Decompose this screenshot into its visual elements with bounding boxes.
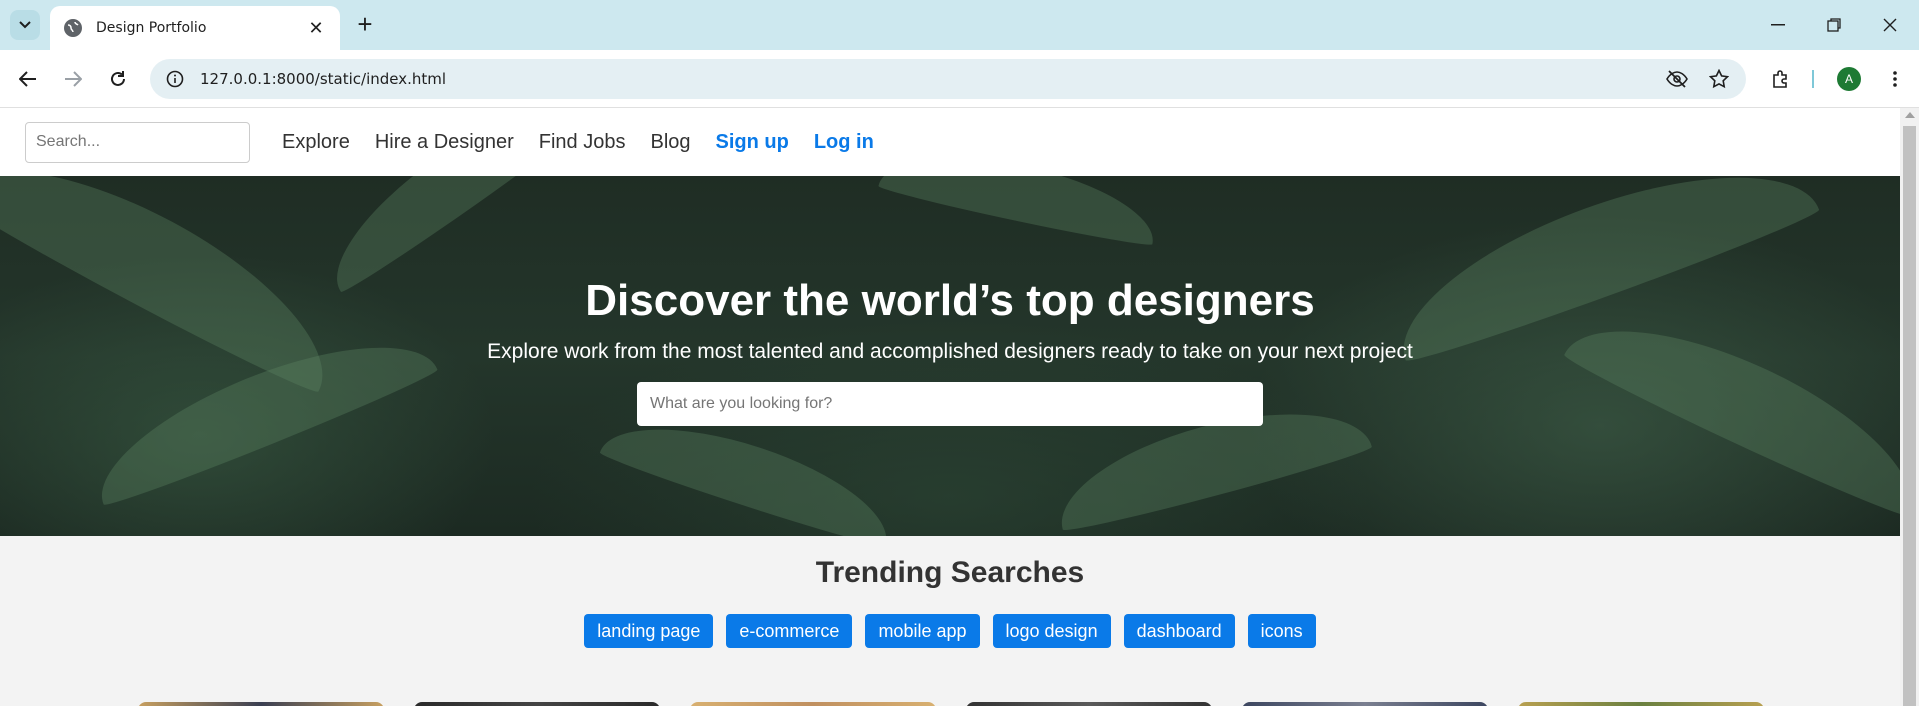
eye-off-icon[interactable] bbox=[1662, 64, 1692, 94]
nav-link-hire-designer[interactable]: Hire a Designer bbox=[375, 131, 514, 154]
chevron-down-icon bbox=[19, 21, 31, 29]
bookmark-star-icon[interactable] bbox=[1704, 64, 1734, 94]
new-tab-button[interactable]: + bbox=[352, 11, 378, 38]
tag-dashboard[interactable]: dashboard bbox=[1123, 614, 1235, 648]
profile-button[interactable]: A bbox=[1834, 64, 1864, 94]
login-link[interactable]: Log in bbox=[814, 131, 874, 154]
portfolio-card[interactable] bbox=[1518, 702, 1764, 706]
address-bar[interactable]: 127.0.0.1:8000/static/index.html bbox=[150, 59, 1746, 99]
nav-link-find-jobs[interactable]: Find Jobs bbox=[539, 131, 626, 154]
portfolio-cards-peek bbox=[0, 702, 1900, 706]
close-tab-icon[interactable]: ✕ bbox=[306, 18, 326, 39]
avatar: A bbox=[1837, 67, 1861, 91]
portfolio-card[interactable] bbox=[966, 702, 1212, 706]
tag-mobile-app[interactable]: mobile app bbox=[865, 614, 980, 648]
close-window-icon[interactable] bbox=[1870, 10, 1910, 40]
url-text[interactable]: 127.0.0.1:8000/static/index.html bbox=[200, 70, 1662, 88]
browser-tab-active[interactable]: Design Portfolio ✕ bbox=[50, 6, 340, 50]
trending-tags: landing page e-commerce mobile app logo … bbox=[0, 614, 1900, 648]
portfolio-card[interactable] bbox=[1242, 702, 1488, 706]
extensions-puzzle-icon[interactable] bbox=[1766, 64, 1796, 94]
tag-e-commerce[interactable]: e-commerce bbox=[726, 614, 853, 648]
nav-search-input[interactable]: Search... bbox=[25, 121, 250, 163]
restore-icon[interactable] bbox=[1814, 10, 1854, 40]
portfolio-card[interactable] bbox=[414, 702, 660, 706]
scroll-up-arrow-icon[interactable] bbox=[1905, 112, 1915, 118]
portfolio-card[interactable] bbox=[138, 702, 384, 706]
site-info-icon[interactable] bbox=[162, 66, 188, 92]
hero-search-input[interactable]: What are you looking for? bbox=[637, 382, 1263, 426]
nav-link-explore[interactable]: Explore bbox=[282, 131, 350, 154]
tag-logo-design[interactable]: logo design bbox=[992, 614, 1111, 648]
page-viewport: Search... Explore Hire a Designer Find J… bbox=[0, 108, 1900, 706]
site-navbar: Search... Explore Hire a Designer Find J… bbox=[0, 108, 1900, 176]
forward-arrow-icon[interactable] bbox=[58, 64, 88, 94]
globe-icon bbox=[64, 19, 82, 37]
toolbar-divider bbox=[1812, 70, 1814, 88]
hero-banner: Discover the world’s top designers Explo… bbox=[0, 176, 1900, 536]
tag-landing-page[interactable]: landing page bbox=[584, 614, 714, 648]
reload-icon[interactable] bbox=[103, 64, 133, 94]
more-menu-icon[interactable] bbox=[1880, 64, 1910, 94]
back-arrow-icon[interactable] bbox=[13, 64, 43, 94]
browser-tab-strip: Design Portfolio ✕ + bbox=[0, 0, 1919, 50]
trending-title: Trending Searches bbox=[815, 556, 1085, 589]
tab-title: Design Portfolio bbox=[96, 20, 207, 36]
portfolio-card[interactable] bbox=[690, 702, 936, 706]
signup-link[interactable]: Sign up bbox=[716, 131, 789, 154]
tab-search-button[interactable] bbox=[10, 10, 40, 40]
browser-toolbar: 127.0.0.1:8000/static/index.html A bbox=[0, 50, 1919, 108]
scrollbar-thumb[interactable] bbox=[1903, 126, 1916, 706]
minimize-icon[interactable] bbox=[1758, 10, 1798, 40]
hero-title: Discover the world’s top designers bbox=[585, 276, 1315, 325]
hero-content: Discover the world’s top designers Explo… bbox=[0, 176, 1900, 536]
nav-link-blog[interactable]: Blog bbox=[650, 131, 690, 154]
page-scrollbar[interactable] bbox=[1900, 108, 1919, 706]
tag-icons[interactable]: icons bbox=[1247, 614, 1316, 648]
trending-section: Trending Searches landing page e-commerc… bbox=[0, 536, 1900, 706]
hero-subtitle: Explore work from the most talented and … bbox=[487, 340, 1413, 363]
